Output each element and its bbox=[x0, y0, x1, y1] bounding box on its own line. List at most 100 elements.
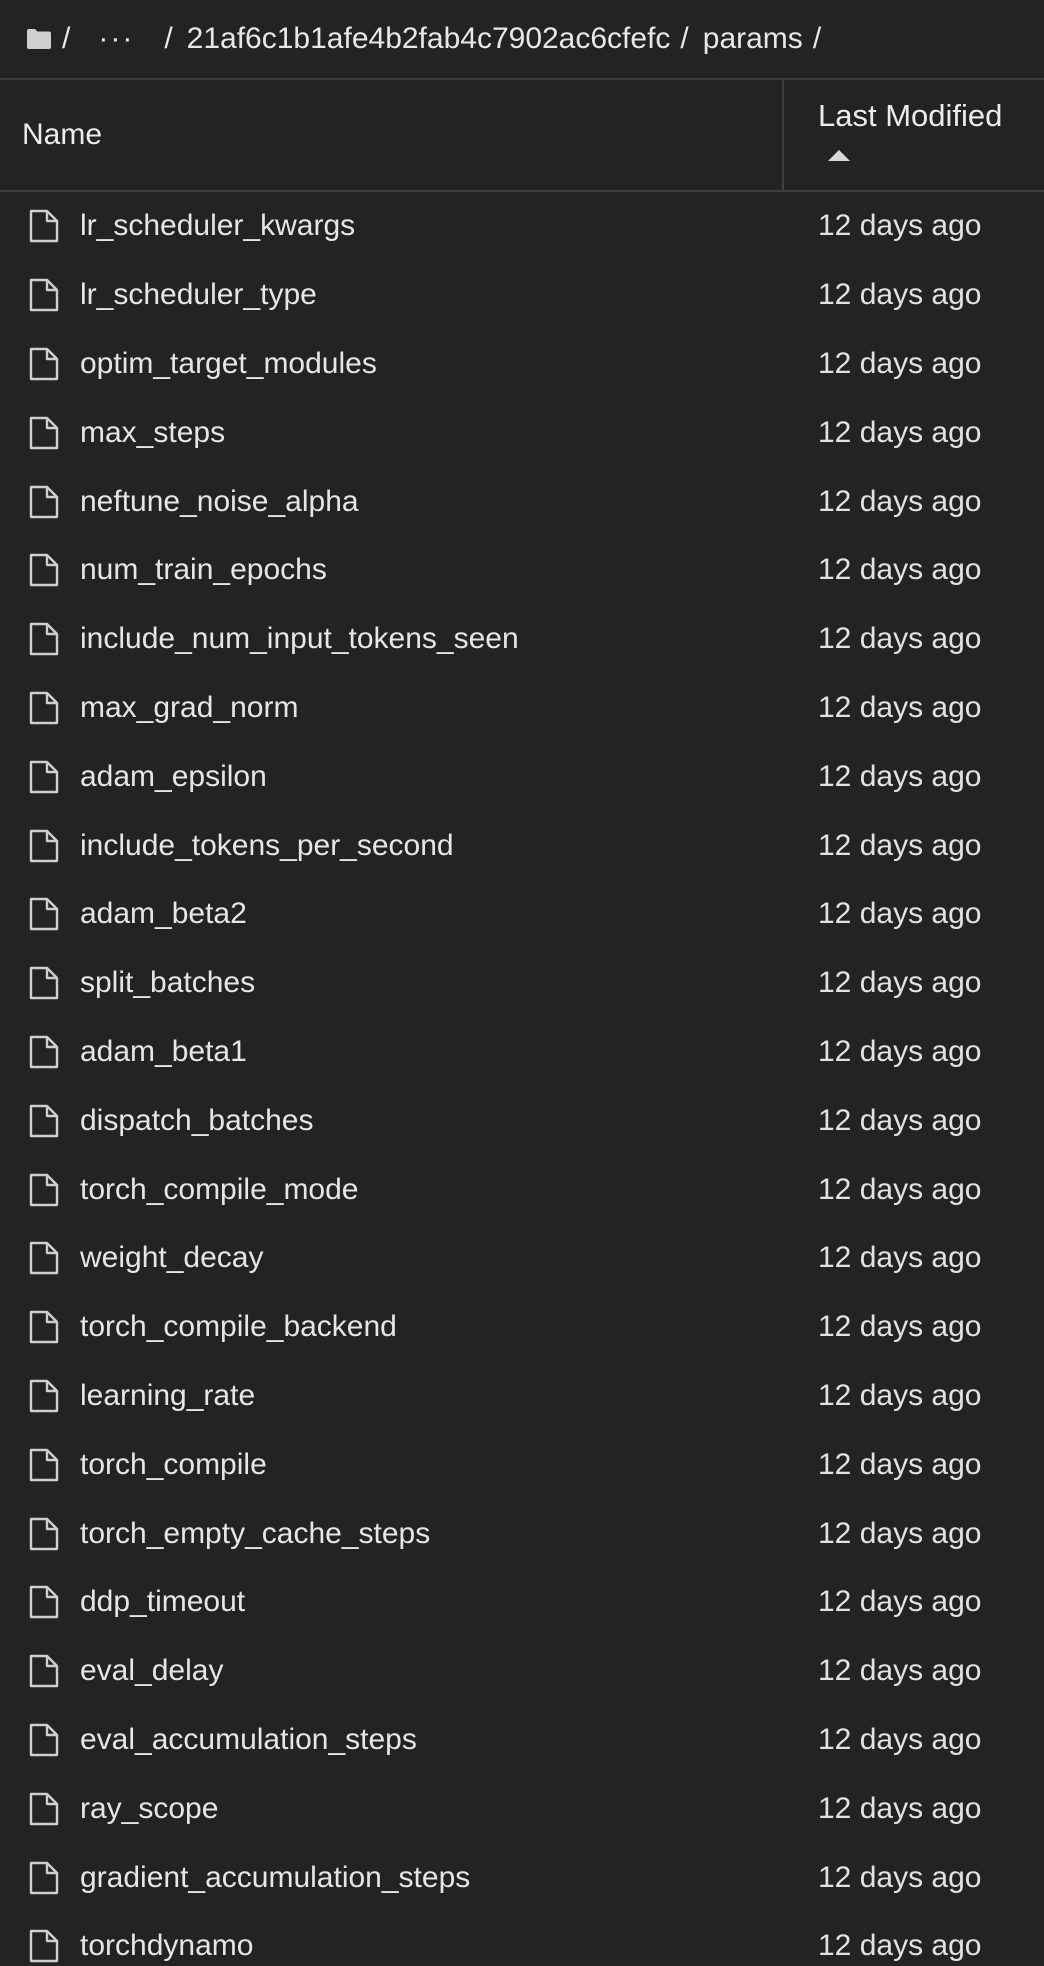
file-icon bbox=[28, 416, 60, 450]
file-icon bbox=[28, 1517, 60, 1551]
file-name[interactable]: num_train_epochs bbox=[80, 553, 810, 587]
file-name[interactable]: torch_compile_mode bbox=[80, 1173, 810, 1207]
breadcrumb: / ··· / 21af6c1b1afe4b2fab4c7902ac6cfefc… bbox=[0, 0, 1044, 80]
file-last-modified: 12 days ago bbox=[818, 1722, 982, 1756]
folder-icon[interactable] bbox=[26, 28, 52, 50]
file-name[interactable]: torch_compile bbox=[80, 1448, 810, 1482]
file-name[interactable]: adam_beta1 bbox=[80, 1035, 810, 1069]
file-row[interactable]: max_steps 12 days ago bbox=[0, 398, 1044, 467]
file-last-modified: 12 days ago bbox=[818, 1929, 982, 1963]
file-row[interactable]: torch_compile_mode 12 days ago bbox=[0, 1155, 1044, 1224]
breadcrumb-segment-params[interactable]: params bbox=[703, 22, 803, 56]
file-row[interactable]: include_num_input_tokens_seen 12 days ago bbox=[0, 605, 1044, 674]
file-row[interactable]: adam_beta2 12 days ago bbox=[0, 880, 1044, 949]
file-icon bbox=[28, 1929, 60, 1963]
file-name[interactable]: max_grad_norm bbox=[80, 691, 810, 725]
column-header-last-modified[interactable]: Last Modified bbox=[784, 80, 1044, 190]
column-header-name[interactable]: Name bbox=[0, 80, 784, 190]
file-row[interactable]: weight_decay 12 days ago bbox=[0, 1224, 1044, 1293]
file-row[interactable]: gradient_accumulation_steps 12 days ago bbox=[0, 1843, 1044, 1912]
file-last-modified: 12 days ago bbox=[818, 1447, 982, 1481]
file-icon bbox=[28, 1241, 60, 1275]
file-icon bbox=[28, 1448, 60, 1482]
file-icon bbox=[28, 1173, 60, 1207]
file-icon bbox=[28, 1654, 60, 1688]
file-name[interactable]: weight_decay bbox=[80, 1241, 810, 1275]
file-name[interactable]: dispatch_batches bbox=[80, 1104, 810, 1138]
file-icon bbox=[28, 1723, 60, 1757]
breadcrumb-separator: / bbox=[812, 22, 822, 55]
file-icon bbox=[28, 1379, 60, 1413]
file-last-modified: 12 days ago bbox=[818, 209, 982, 243]
breadcrumb-separator: / bbox=[680, 22, 689, 55]
file-name[interactable]: include_num_input_tokens_seen bbox=[80, 622, 810, 656]
file-name[interactable]: learning_rate bbox=[80, 1379, 810, 1413]
file-row[interactable]: split_batches 12 days ago bbox=[0, 949, 1044, 1018]
file-icon bbox=[28, 485, 60, 519]
file-icon bbox=[28, 897, 60, 931]
file-icon bbox=[28, 1310, 60, 1344]
file-name[interactable]: ddp_timeout bbox=[80, 1585, 810, 1619]
file-row[interactable]: torch_compile 12 days ago bbox=[0, 1430, 1044, 1499]
file-row[interactable]: adam_epsilon 12 days ago bbox=[0, 742, 1044, 811]
file-last-modified: 12 days ago bbox=[818, 1791, 982, 1825]
sort-ascending-icon bbox=[828, 150, 850, 161]
file-last-modified: 12 days ago bbox=[818, 1103, 982, 1137]
file-last-modified: 12 days ago bbox=[818, 966, 982, 1000]
file-last-modified: 12 days ago bbox=[818, 759, 982, 793]
file-row[interactable]: learning_rate 12 days ago bbox=[0, 1362, 1044, 1431]
file-last-modified: 12 days ago bbox=[818, 690, 982, 724]
file-row[interactable]: torch_empty_cache_steps 12 days ago bbox=[0, 1499, 1044, 1568]
file-row[interactable]: ddp_timeout 12 days ago bbox=[0, 1568, 1044, 1637]
file-last-modified: 12 days ago bbox=[818, 897, 982, 931]
file-name[interactable]: eval_delay bbox=[80, 1654, 810, 1688]
file-row[interactable]: ray_scope 12 days ago bbox=[0, 1774, 1044, 1843]
file-last-modified: 12 days ago bbox=[818, 415, 982, 449]
file-icon bbox=[28, 553, 60, 587]
file-last-modified: 12 days ago bbox=[818, 1585, 982, 1619]
breadcrumb-separator: / bbox=[164, 22, 173, 55]
file-row[interactable]: max_grad_norm 12 days ago bbox=[0, 674, 1044, 743]
file-row[interactable]: torch_compile_backend 12 days ago bbox=[0, 1293, 1044, 1362]
file-name[interactable]: adam_beta2 bbox=[80, 897, 810, 931]
file-name[interactable]: torchdynamo bbox=[80, 1929, 810, 1963]
file-name[interactable]: eval_accumulation_steps bbox=[80, 1723, 810, 1757]
file-icon bbox=[28, 691, 60, 725]
file-icon bbox=[28, 347, 60, 381]
file-list: lr_scheduler_kwargs 12 days ago lr_schedul… bbox=[0, 192, 1044, 1966]
breadcrumb-ellipsis[interactable]: ··· bbox=[98, 22, 134, 56]
file-name[interactable]: max_steps bbox=[80, 416, 810, 450]
file-last-modified: 12 days ago bbox=[818, 1034, 982, 1068]
file-name[interactable]: include_tokens_per_second bbox=[80, 829, 810, 863]
file-row[interactable]: optim_target_modules 12 days ago bbox=[0, 330, 1044, 399]
file-icon bbox=[28, 278, 60, 312]
file-row[interactable]: num_train_epochs 12 days ago bbox=[0, 536, 1044, 605]
file-name[interactable]: lr_scheduler_kwargs bbox=[80, 209, 810, 243]
file-name[interactable]: gradient_accumulation_steps bbox=[80, 1861, 810, 1895]
file-name[interactable]: torch_empty_cache_steps bbox=[80, 1517, 810, 1551]
file-row[interactable]: adam_beta1 12 days ago bbox=[0, 1018, 1044, 1087]
file-last-modified: 12 days ago bbox=[818, 278, 982, 312]
file-icon bbox=[28, 1104, 60, 1138]
file-last-modified: 12 days ago bbox=[818, 1860, 982, 1894]
file-name[interactable]: optim_target_modules bbox=[80, 347, 810, 381]
file-name[interactable]: neftune_noise_alpha bbox=[80, 485, 810, 519]
file-name[interactable]: lr_scheduler_type bbox=[80, 278, 810, 312]
file-row[interactable]: dispatch_batches 12 days ago bbox=[0, 1086, 1044, 1155]
file-row[interactable]: neftune_noise_alpha 12 days ago bbox=[0, 467, 1044, 536]
file-row[interactable]: lr_scheduler_kwargs 12 days ago bbox=[0, 192, 1044, 261]
file-name[interactable]: adam_epsilon bbox=[80, 760, 810, 794]
file-row[interactable]: torchdynamo 12 days ago bbox=[0, 1912, 1044, 1966]
file-icon bbox=[28, 760, 60, 794]
file-row[interactable]: eval_accumulation_steps 12 days ago bbox=[0, 1706, 1044, 1775]
file-row[interactable]: lr_scheduler_type 12 days ago bbox=[0, 261, 1044, 330]
file-row[interactable]: eval_delay 12 days ago bbox=[0, 1637, 1044, 1706]
file-name[interactable]: ray_scope bbox=[80, 1792, 810, 1826]
file-name[interactable]: split_batches bbox=[80, 966, 810, 1000]
file-icon bbox=[28, 1861, 60, 1895]
file-icon bbox=[28, 209, 60, 243]
file-last-modified: 12 days ago bbox=[818, 553, 982, 587]
file-name[interactable]: torch_compile_backend bbox=[80, 1310, 810, 1344]
breadcrumb-segment-run-id[interactable]: 21af6c1b1afe4b2fab4c7902ac6cfefc bbox=[187, 22, 671, 56]
file-row[interactable]: include_tokens_per_second 12 days ago bbox=[0, 811, 1044, 880]
